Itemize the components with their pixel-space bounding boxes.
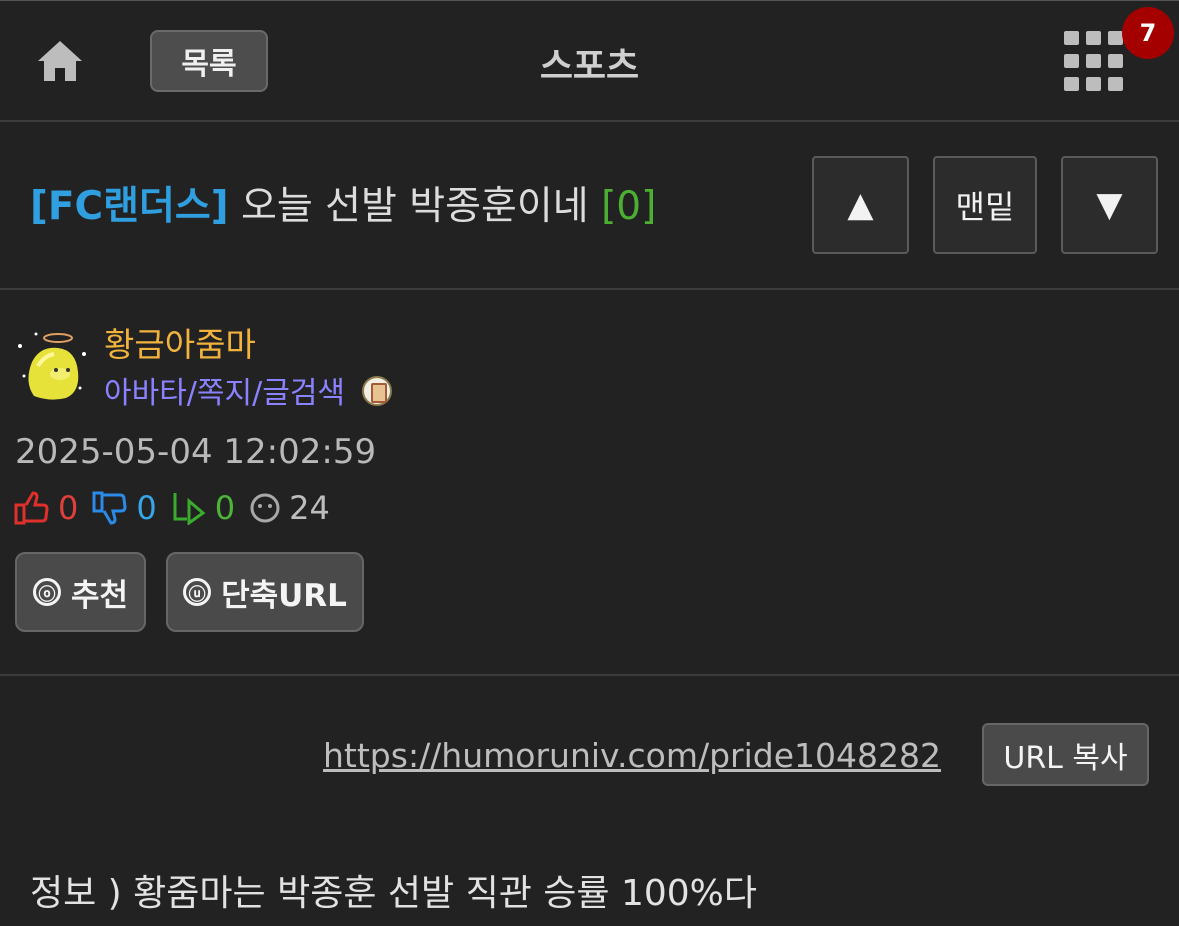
prev-post-button[interactable]: ▲ <box>812 156 909 254</box>
short-url-label: 단축URL <box>221 577 347 614</box>
post-content: 정보 ) 황줌마는 박종훈 선발 직관 승률 100%다 <box>30 873 757 914</box>
post-category: [FC랜더스] <box>30 184 229 229</box>
post-title-row: [FC랜더스] 오늘 선발 박종훈이네 [0] ▲ 맨밑 ▼ <box>0 124 1179 290</box>
post-url-link[interactable]: https://humoruniv.com/pride1048282 <box>323 736 941 775</box>
post-title: [FC랜더스] 오늘 선발 박종훈이네 [0] <box>30 182 656 232</box>
notification-badge[interactable]: 7 <box>1122 7 1174 59</box>
list-button[interactable]: 목록 <box>150 30 268 92</box>
short-url-button[interactable]: ⓤ 단축URL <box>166 552 364 632</box>
author-nickname[interactable]: 황금아줌마 <box>104 318 256 366</box>
reply-arrow-icon <box>173 493 206 525</box>
avatar[interactable] <box>14 326 90 402</box>
recommend-label: 추천 <box>70 577 129 614</box>
grid-icon[interactable] <box>1064 31 1126 91</box>
view-stat: 24 <box>249 489 330 527</box>
recommend-button[interactable]: ⓞ 추천 <box>15 552 146 632</box>
view-count: 24 <box>289 489 330 527</box>
reply-stat: 0 <box>171 489 235 527</box>
face-icon <box>250 493 280 523</box>
recommend-icon: ⓞ <box>32 578 61 606</box>
copy-url-button[interactable]: URL 복사 <box>982 723 1149 786</box>
top-bar: 목록 스포츠 7 <box>0 0 1179 122</box>
next-post-button[interactable]: ▼ <box>1061 156 1158 254</box>
medal-icon <box>362 376 392 406</box>
board-title[interactable]: 스포츠 <box>540 46 639 87</box>
post-body: https://humoruniv.com/pride1048282 URL 복… <box>0 678 1179 926</box>
scroll-bottom-button[interactable]: 맨밑 <box>933 156 1037 254</box>
short-url-icon: ⓤ <box>183 578 212 606</box>
upvote-stat: 0 <box>14 489 78 527</box>
downvote-count: 0 <box>136 489 157 527</box>
post-title-text: 오늘 선발 박종훈이네 <box>240 184 589 229</box>
upvote-count: 0 <box>58 489 79 527</box>
downvote-stat: 0 <box>92 489 157 527</box>
comment-count: [0] <box>601 184 657 229</box>
post-date: 2025-05-04 12:02:59 <box>15 432 377 472</box>
thumbs-up-icon <box>14 491 49 525</box>
thumbs-down-icon <box>92 491 127 525</box>
vote-stats: 0 0 0 24 <box>14 488 344 528</box>
post-meta: 황금아줌마 아바타/쪽지/글검색 2025-05-04 12:02:59 0 0… <box>0 292 1179 676</box>
author-links[interactable]: 아바타/쪽지/글검색 <box>104 368 345 412</box>
reply-count: 0 <box>214 489 236 527</box>
home-icon[interactable] <box>36 37 84 85</box>
